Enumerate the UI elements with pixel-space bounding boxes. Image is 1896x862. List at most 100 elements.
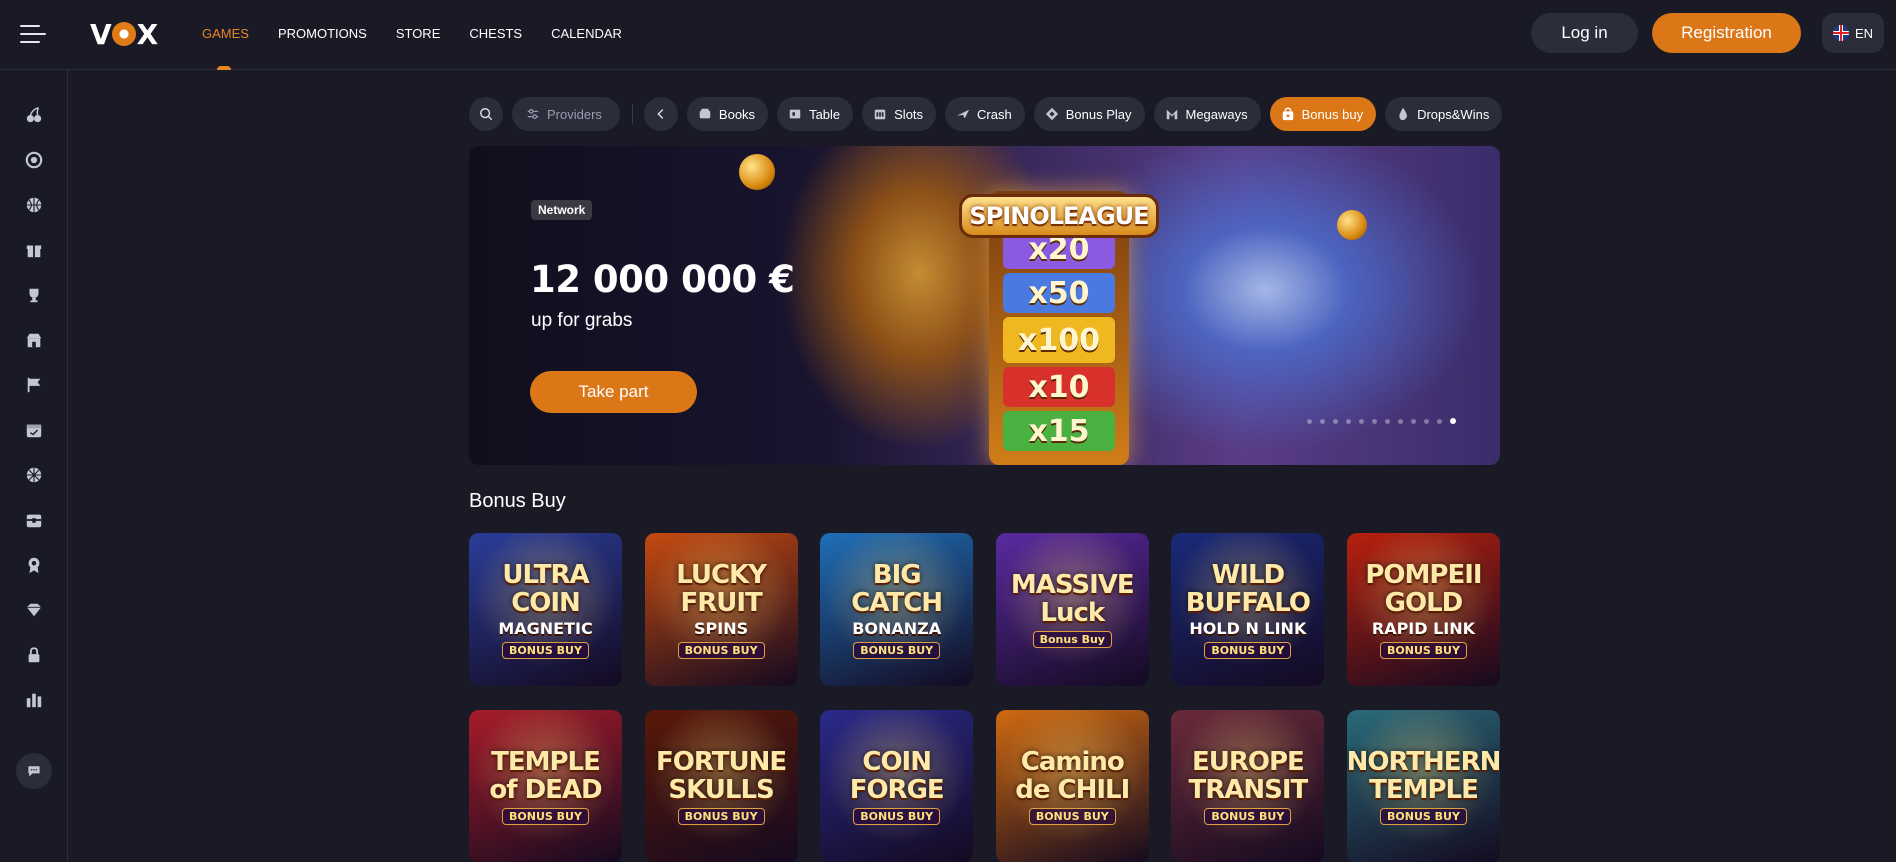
lock-icon[interactable] xyxy=(24,645,44,665)
slots-icon xyxy=(874,109,886,120)
flag-icon[interactable] xyxy=(24,375,44,395)
cherries-icon[interactable] xyxy=(24,105,44,125)
bonus-play-icon xyxy=(1045,107,1058,121)
language-label: EN xyxy=(1854,25,1874,41)
game-tile[interactable]: WILD BUFFALO HOLD N LINK BONUS BUY xyxy=(1171,533,1324,686)
game-tile[interactable]: NORTHERN TEMPLE BONUS BUY xyxy=(1347,710,1500,862)
game-tile[interactable]: BIG CATCH BONANZA BONUS BUY xyxy=(820,533,973,686)
store-icon[interactable] xyxy=(24,330,44,350)
leaderboard-icon[interactable] xyxy=(24,690,44,710)
carousel-dot[interactable] xyxy=(1450,418,1456,424)
game-title: TEMPLE of DEAD xyxy=(489,747,602,805)
category-books[interactable]: Books xyxy=(686,97,769,131)
multiplier: x100 xyxy=(1003,317,1115,363)
carousel-dot[interactable] xyxy=(1424,418,1429,424)
bonus-buy-tag: BONUS BUY xyxy=(502,808,589,825)
game-title: POMPEII GOLD xyxy=(1365,559,1482,618)
book-icon xyxy=(699,108,711,119)
category-bonus-play[interactable]: Bonus Play xyxy=(1033,97,1145,131)
game-subtitle: HOLD N LINK xyxy=(1189,618,1307,638)
basketball-icon[interactable] xyxy=(24,195,44,215)
carousel-dot[interactable] xyxy=(1411,418,1416,424)
chip-icon[interactable] xyxy=(24,150,44,170)
language-selector[interactable]: EN xyxy=(1822,13,1884,53)
top-header: VX GAMES PROMOTIONS STORE CHESTS CALENDA… xyxy=(0,0,1896,70)
prize-amount: 12 000 000 € xyxy=(530,258,795,301)
vox-logo[interactable]: VX xyxy=(90,18,158,51)
category-bonus-buy[interactable]: Bonus buy xyxy=(1269,97,1377,131)
carousel-dot[interactable] xyxy=(1307,418,1312,424)
multiplier: x10 xyxy=(1003,367,1115,407)
carousel-dot[interactable] xyxy=(1346,418,1351,424)
game-tile[interactable]: COIN FORGE BONUS BUY xyxy=(820,710,973,862)
gift-icon[interactable] xyxy=(24,240,44,260)
chevron-left-icon xyxy=(657,109,664,119)
carousel-dot[interactable] xyxy=(1437,418,1442,424)
carousel-dot[interactable] xyxy=(1320,418,1325,424)
bonus-buy-tag: BONUS BUY xyxy=(853,808,941,825)
take-part-button[interactable]: Take part xyxy=(530,371,697,413)
providers-filter[interactable]: Providers xyxy=(512,97,620,131)
plane-icon xyxy=(956,109,970,119)
category-drops-wins[interactable]: Drops&Wins xyxy=(1385,97,1503,131)
wheel-icon[interactable] xyxy=(24,465,44,485)
promo-banner[interactable]: x20 x50 x100 x10 x15 SPINOLEAGUE Network… xyxy=(469,146,1500,465)
calendar-icon[interactable] xyxy=(24,420,44,440)
game-title: MASSIVE Luck xyxy=(1010,570,1135,628)
category-slots[interactable]: Slots xyxy=(862,97,937,131)
menu-icon[interactable] xyxy=(20,23,46,45)
category-label: Crash xyxy=(977,106,1012,122)
game-tile[interactable]: Camino de CHILI BONUS BUY xyxy=(996,710,1149,862)
search-button[interactable] xyxy=(469,97,503,131)
carousel-dot[interactable] xyxy=(1385,418,1390,424)
category-filter-bar: Providers Books Table Slots Crash Bonus … xyxy=(469,97,1511,131)
table-icon xyxy=(789,109,801,119)
game-tile[interactable]: ULTRA COIN MAGNETIC BONUS BUY xyxy=(469,533,622,686)
game-title: EUROPE TRANSIT xyxy=(1188,747,1308,805)
game-tile[interactable]: MASSIVE Luck Bonus Buy xyxy=(996,533,1149,686)
category-crash[interactable]: Crash xyxy=(945,97,1025,131)
category-label: Table xyxy=(809,106,841,122)
prize-subtitle: up for grabs xyxy=(531,310,633,331)
nav-promotions[interactable]: PROMOTIONS xyxy=(278,0,367,70)
game-tile[interactable]: TEMPLE of DEAD BONUS BUY xyxy=(469,710,622,862)
bonus-buy-tag: BONUS BUY xyxy=(1028,808,1116,825)
multiplier: x50 xyxy=(1003,273,1115,313)
chest-icon[interactable] xyxy=(24,510,44,530)
nav-games[interactable]: GAMES xyxy=(202,0,249,70)
bonus-buy-tag: BONUS BUY xyxy=(1380,641,1467,659)
providers-label: Providers xyxy=(547,106,602,122)
game-tile[interactable]: LUCKY FRUIT SPINS BONUS BUY xyxy=(645,533,798,686)
game-tile[interactable]: EUROPE TRANSIT BONUS BUY xyxy=(1171,710,1324,862)
badge-icon[interactable] xyxy=(24,555,44,575)
game-tile[interactable]: POMPEII GOLD RAPID LINK BONUS BUY xyxy=(1347,533,1500,686)
carousel-dot[interactable] xyxy=(1372,418,1377,424)
category-label: Books xyxy=(718,106,756,122)
scroll-left-button[interactable] xyxy=(643,97,678,131)
game-tile[interactable]: FORTUNE SKULLS BONUS BUY xyxy=(645,710,798,862)
nav-store[interactable]: STORE xyxy=(396,0,441,70)
diamond-icon[interactable] xyxy=(24,600,44,620)
main-nav: GAMES PROMOTIONS STORE CHESTS CALENDAR xyxy=(202,0,651,70)
category-table[interactable]: Table xyxy=(777,97,854,131)
registration-button[interactable]: Registration xyxy=(1652,13,1801,53)
carousel-dot[interactable] xyxy=(1398,418,1403,424)
chat-icon[interactable] xyxy=(16,753,52,789)
game-title: COIN FORGE xyxy=(849,747,945,805)
bonus-buy-tag: BONUS BUY xyxy=(502,641,589,659)
carousel-dot[interactable] xyxy=(1359,418,1364,424)
coin-icon xyxy=(1337,210,1367,240)
sidebar xyxy=(0,70,68,862)
game-title: BIG CATCH xyxy=(851,559,943,618)
trophy-icon[interactable] xyxy=(24,285,44,305)
category-megaways[interactable]: Megaways xyxy=(1153,97,1261,131)
uk-flag-icon xyxy=(1832,25,1849,41)
category-label: Megaways xyxy=(1185,106,1248,122)
nav-calendar[interactable]: CALENDAR xyxy=(551,0,622,70)
game-title: WILD BUFFALO xyxy=(1185,559,1311,618)
game-subtitle: SPINS xyxy=(694,618,749,638)
drop-icon xyxy=(1399,107,1408,121)
login-button[interactable]: Log in xyxy=(1531,13,1638,53)
nav-chests[interactable]: CHESTS xyxy=(469,0,522,70)
carousel-dot[interactable] xyxy=(1333,418,1338,424)
